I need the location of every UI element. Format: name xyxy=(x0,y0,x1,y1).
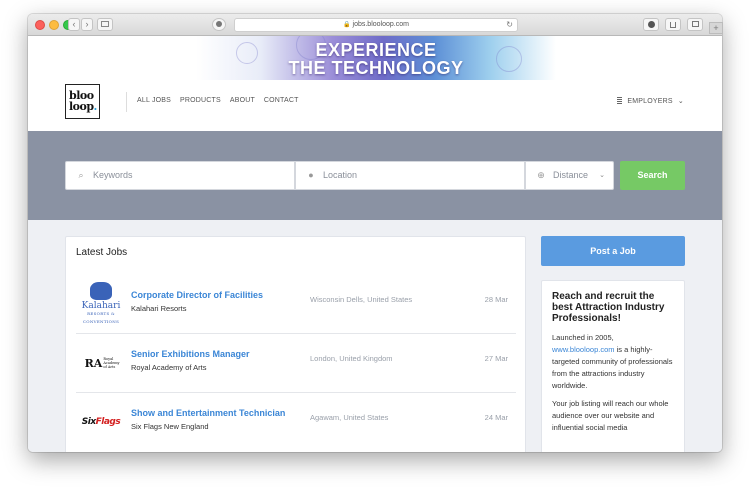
job-location: Wisconsin Dells, United States xyxy=(310,295,413,304)
blooloop-website-link[interactable]: www.blooloop.com xyxy=(552,345,615,354)
banner-headline-line2: THE TECHNOLOGY xyxy=(288,58,464,78)
promo-p1-before: Launched in 2005, xyxy=(552,333,614,342)
job-date: 24 Mar xyxy=(484,413,508,422)
share-icon xyxy=(670,22,676,28)
chevron-left-icon: ‹ xyxy=(72,19,76,29)
sidebar-icon xyxy=(101,21,109,27)
post-job-button[interactable]: Post a Job xyxy=(541,236,685,266)
search-section: ⌕ Keywords ● Location ⊕ Distance ⌄ Search xyxy=(28,131,722,220)
keywords-placeholder: Keywords xyxy=(93,170,133,180)
location-pin-icon: ● xyxy=(308,170,314,180)
site-header: bloo loop. ALL JOBS PRODUCTS ABOUT CONTA… xyxy=(28,80,722,131)
tabs-overview-button[interactable] xyxy=(687,18,703,31)
nav-contact[interactable]: CONTACT xyxy=(264,97,299,104)
employers-menu[interactable]: EMPLOYERS ⌄ xyxy=(617,97,684,105)
job-title-link[interactable]: Corporate Director of Facilities xyxy=(131,290,263,300)
chevron-right-icon: › xyxy=(85,19,89,29)
job-row[interactable]: Kalahari RESORTS & CONVENTIONS Corporate… xyxy=(76,275,516,334)
job-company: Royal Academy of Arts xyxy=(131,363,207,372)
url-text: jobs.blooloop.com xyxy=(352,21,409,28)
tabs-icon xyxy=(691,21,699,27)
minimize-window-button[interactable] xyxy=(49,20,59,30)
logo-text-flags: Flags xyxy=(95,417,121,427)
new-tab-button[interactable]: + xyxy=(709,22,723,34)
search-icon: ⌕ xyxy=(78,170,84,180)
distance-select[interactable]: ⊕ Distance ⌄ xyxy=(525,161,614,190)
job-row[interactable]: SixFlags Show and Entertainment Technici… xyxy=(76,393,516,452)
search-button[interactable]: Search xyxy=(620,161,685,190)
job-company: Six Flags New England xyxy=(131,422,209,431)
crosshair-icon: ⊕ xyxy=(537,170,545,180)
logo-text: Kalahari xyxy=(81,301,121,311)
job-company: Kalahari Resorts xyxy=(131,304,187,313)
job-title-link[interactable]: Senior Exhibitions Manager xyxy=(131,349,250,359)
job-location: Agawam, United States xyxy=(310,413,389,422)
chevron-down-icon: ⌄ xyxy=(599,172,605,179)
promo-title: Reach and recruit the best Attraction In… xyxy=(552,291,665,324)
lock-icon: 🔒 xyxy=(343,22,351,28)
job-title-link[interactable]: Show and Entertainment Technician xyxy=(131,408,285,418)
location-placeholder: Location xyxy=(323,170,358,180)
nav-about[interactable]: ABOUT xyxy=(230,97,255,104)
logo-line2: loop xyxy=(69,100,94,113)
logo-subtext: RESORTS & CONVENTIONS xyxy=(82,311,120,324)
elephant-icon xyxy=(90,282,112,300)
recruit-promo-box: Reach and recruit the best Attraction In… xyxy=(541,280,685,452)
building-icon xyxy=(617,97,623,104)
reload-icon[interactable]: ↻ xyxy=(506,19,513,31)
job-date: 27 Mar xyxy=(484,354,508,363)
main-nav: ALL JOBS PRODUCTS ABOUT CONTACT xyxy=(137,97,306,104)
address-bar[interactable]: 🔒 jobs.blooloop.com ↻ xyxy=(234,18,518,32)
chevron-down-icon: ⌄ xyxy=(677,98,684,105)
forward-button[interactable]: › xyxy=(81,18,93,31)
logo-text: Six xyxy=(81,417,96,427)
nav-all-jobs[interactable]: ALL JOBS xyxy=(137,97,171,104)
employers-label: EMPLOYERS xyxy=(627,98,673,105)
blooloop-logo[interactable]: bloo loop. xyxy=(65,84,100,119)
logo-dot: . xyxy=(93,100,98,113)
latest-jobs-heading: Latest Jobs xyxy=(76,247,128,258)
promo-paragraph-1: Launched in 2005, www.blooloop.com is a … xyxy=(552,332,674,392)
privacy-report-button[interactable] xyxy=(212,18,226,31)
plus-icon: + xyxy=(713,23,719,33)
sidebar: Post a Job Reach and recruit the best At… xyxy=(541,236,685,452)
header-divider xyxy=(126,92,127,112)
location-input[interactable]: ● Location xyxy=(295,161,525,190)
job-date: 28 Mar xyxy=(484,295,508,304)
sidebar-toggle-button[interactable] xyxy=(97,18,113,31)
nav-products[interactable]: PRODUCTS xyxy=(180,97,221,104)
latest-jobs-card: Latest Jobs Kalahari RESORTS & CONVENTIO… xyxy=(65,236,526,452)
main-content: Latest Jobs Kalahari RESORTS & CONVENTIO… xyxy=(28,220,722,452)
ad-banner[interactable]: EXPERIENCE THE TECHNOLOGY xyxy=(196,36,556,80)
company-logo: SixFlags xyxy=(81,403,121,441)
download-icon xyxy=(647,21,655,28)
company-logo: Kalahari RESORTS & CONVENTIONS xyxy=(81,282,121,324)
logo-subtext: Royal Academy of Arts xyxy=(103,357,120,369)
promo-paragraph-2: Your job listing will reach our whole au… xyxy=(552,399,669,432)
company-logo: RA Royal Academy of Arts xyxy=(81,344,121,382)
browser-titlebar: ‹ › 🔒 jobs.blooloop.com ↻ xyxy=(28,14,722,36)
share-button[interactable] xyxy=(665,18,681,31)
downloads-button[interactable] xyxy=(643,18,659,31)
browser-window: ‹ › 🔒 jobs.blooloop.com ↻ EXPERIENCE THE … xyxy=(28,14,722,452)
distance-placeholder: Distance xyxy=(553,170,589,180)
logo-text: RA xyxy=(84,356,103,370)
keywords-input[interactable]: ⌕ Keywords xyxy=(65,161,295,190)
job-location: London, United Kingdom xyxy=(310,354,393,363)
back-button[interactable]: ‹ xyxy=(68,18,80,31)
close-window-button[interactable] xyxy=(35,20,45,30)
shield-icon xyxy=(216,21,222,27)
job-row[interactable]: RA Royal Academy of Arts Senior Exhibiti… xyxy=(76,334,516,393)
